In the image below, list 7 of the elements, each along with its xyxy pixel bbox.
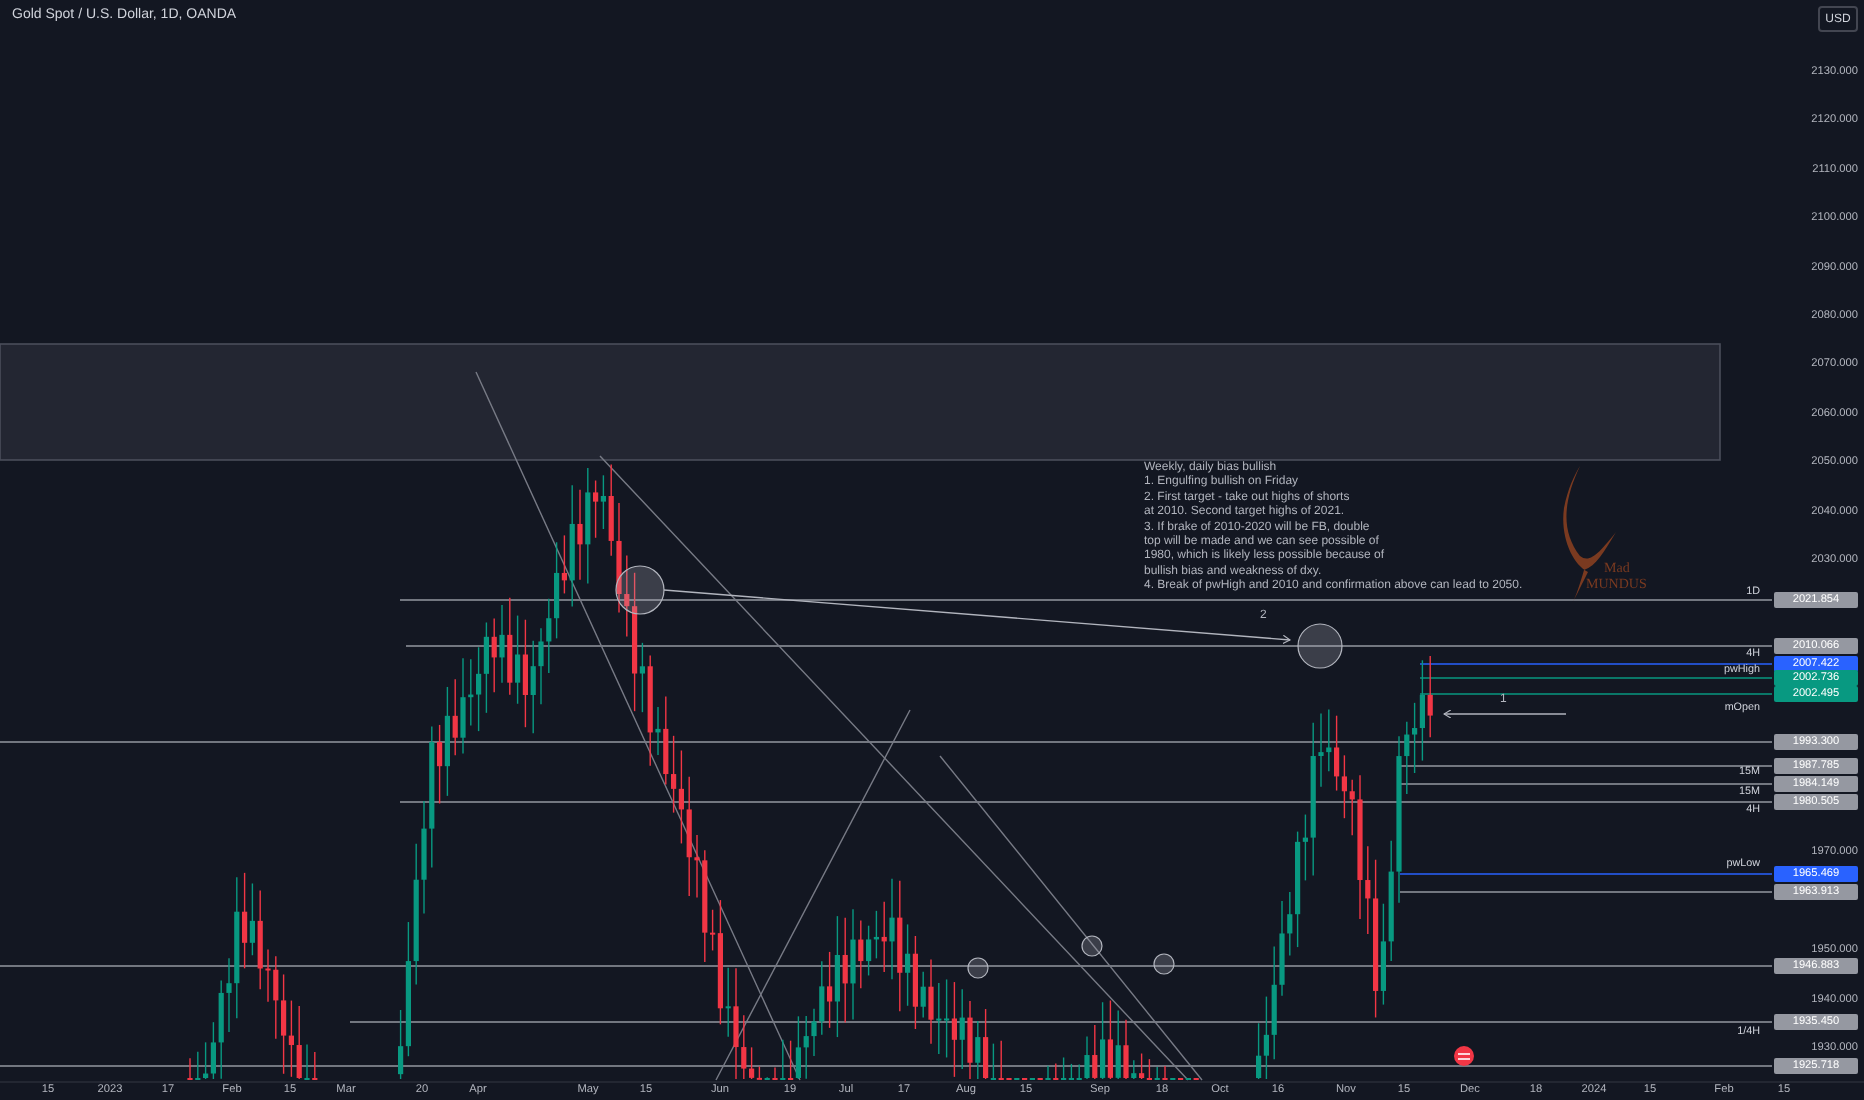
circle-marker	[1153, 953, 1175, 975]
circle-marker	[1081, 935, 1103, 957]
arrow-line	[1443, 709, 1567, 719]
event-icon	[1454, 1046, 1474, 1066]
circle-marker	[615, 565, 665, 615]
circle-marker	[1297, 623, 1343, 669]
circle-marker	[967, 957, 989, 979]
